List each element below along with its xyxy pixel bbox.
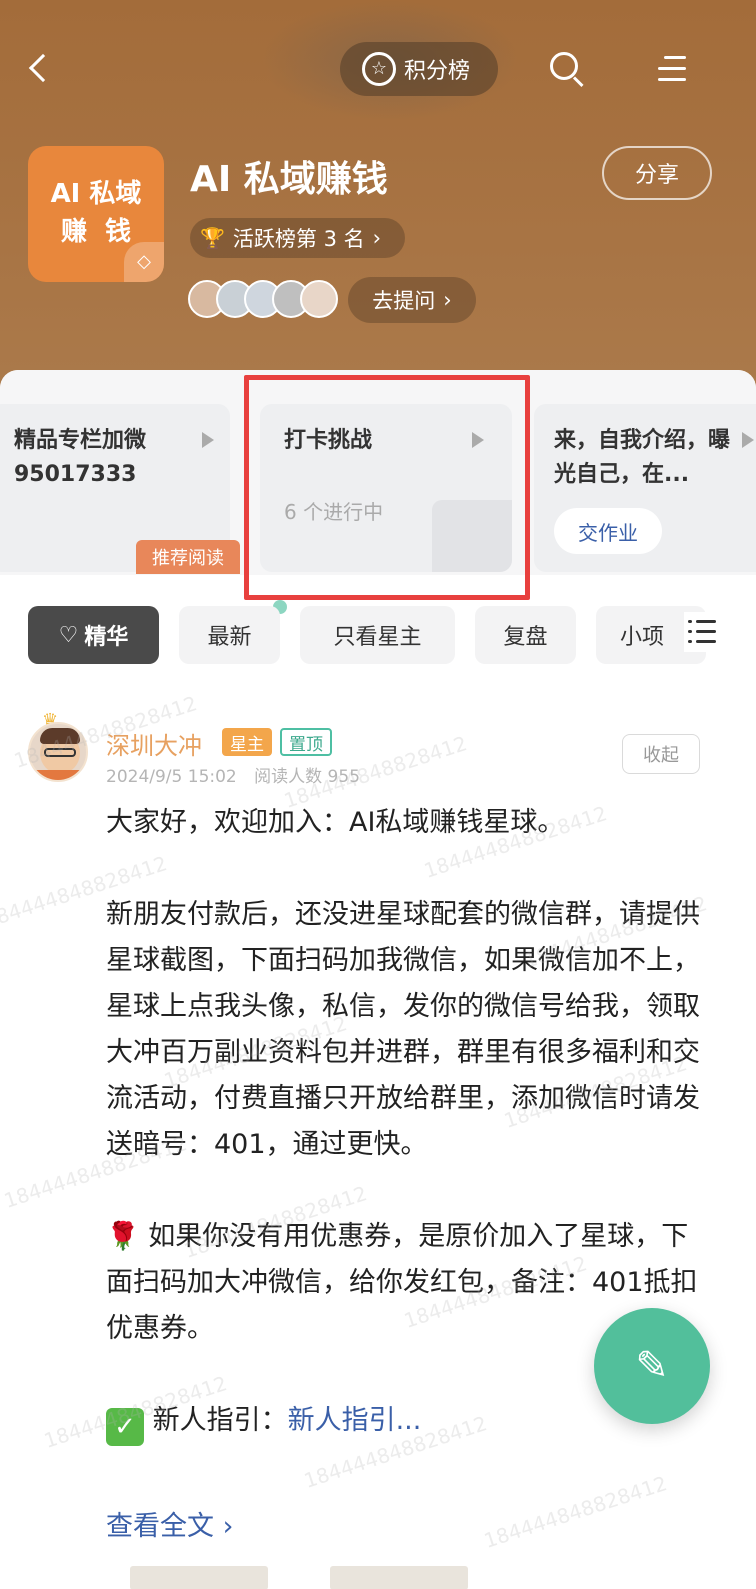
tab-list-button[interactable] xyxy=(684,612,720,652)
diamond-icon: ◇ xyxy=(124,242,164,282)
collapse-button[interactable]: 收起 xyxy=(622,734,700,774)
play-arrow-icon xyxy=(202,432,214,448)
feature-card-title: 来，自我介绍，曝光自己，在... xyxy=(554,428,731,487)
play-arrow-icon xyxy=(742,432,754,448)
post-read-count: 阅读人数 955 xyxy=(254,767,361,787)
points-leaderboard-button[interactable]: ☆ 积分榜 xyxy=(340,42,498,96)
owner-badge: 星主 xyxy=(222,728,272,756)
guide-link[interactable]: 新人指引... xyxy=(288,1405,422,1436)
highlight-annotation-box xyxy=(244,375,530,600)
filter-tabs: ♡ 精华 最新 只看星主 复盘 小项 xyxy=(0,606,756,668)
list-icon xyxy=(688,620,692,623)
group-logo[interactable]: AI 私域 赚 钱 ◇ xyxy=(28,146,164,282)
tab-featured[interactable]: ♡ 精华 xyxy=(28,606,159,664)
search-button[interactable] xyxy=(548,50,586,88)
trophy-icon: 🏆 xyxy=(200,226,225,250)
ask-question-label: 去提问 xyxy=(372,289,436,313)
tab-review[interactable]: 复盘 xyxy=(475,606,576,664)
star-icon: ☆ xyxy=(362,52,396,86)
activity-rank-label: 活跃榜第 3 名 xyxy=(232,227,365,251)
author-name[interactable]: 深圳大冲 xyxy=(106,726,202,761)
pinned-badge: 置顶 xyxy=(280,728,332,756)
recommend-read-tag: 推荐阅读 xyxy=(136,540,240,574)
read-more-link[interactable]: 查看全文 › xyxy=(106,1504,233,1543)
activity-rank-pill[interactable]: 🏆 活跃榜第 3 名 › xyxy=(190,218,405,258)
menu-icon xyxy=(664,56,686,59)
chevron-left-icon xyxy=(28,53,58,83)
pencil-icon: ✎ xyxy=(635,1343,669,1389)
diamond-icon: ♡ xyxy=(58,622,79,648)
submit-homework-button[interactable]: 交作业 xyxy=(554,508,662,554)
compose-post-button[interactable]: ✎ xyxy=(594,1308,710,1424)
post-paragraph: 新朋友付款后，还没进星球配套的微信群，请提供星球截图，下面扫码加我微信，如果微信… xyxy=(106,899,700,1160)
member-avatars[interactable] xyxy=(188,280,338,320)
chevron-right-icon: › xyxy=(443,288,452,312)
author-avatar[interactable] xyxy=(28,722,88,782)
tab-latest[interactable]: 最新 xyxy=(179,606,280,664)
menu-button[interactable] xyxy=(656,54,686,84)
tab-owner-only[interactable]: 只看星主 xyxy=(300,606,455,664)
group-title: AI 私域赚钱 xyxy=(190,159,388,200)
post-meta: 2024/9/5 15:02 阅读人数 955 xyxy=(106,762,360,787)
post-paragraph: 大家好，欢迎加入：AI私域赚钱星球。 xyxy=(106,807,565,838)
points-leaderboard-label: 积分榜 xyxy=(404,59,471,84)
check-mark-icon: ✓ xyxy=(106,1408,144,1446)
rose-icon: 🌹 xyxy=(106,1221,140,1252)
avatar xyxy=(300,280,338,318)
next-post-preview xyxy=(130,1560,490,1589)
share-button[interactable]: 分享 xyxy=(602,146,712,200)
feature-card-title: 精品专栏加微95017333 xyxy=(14,428,147,487)
ask-question-button[interactable]: 去提问 › xyxy=(348,277,476,323)
back-button[interactable] xyxy=(20,46,60,90)
chevron-right-icon: › xyxy=(372,226,382,250)
post-date: 2024/9/5 15:02 xyxy=(106,767,237,787)
